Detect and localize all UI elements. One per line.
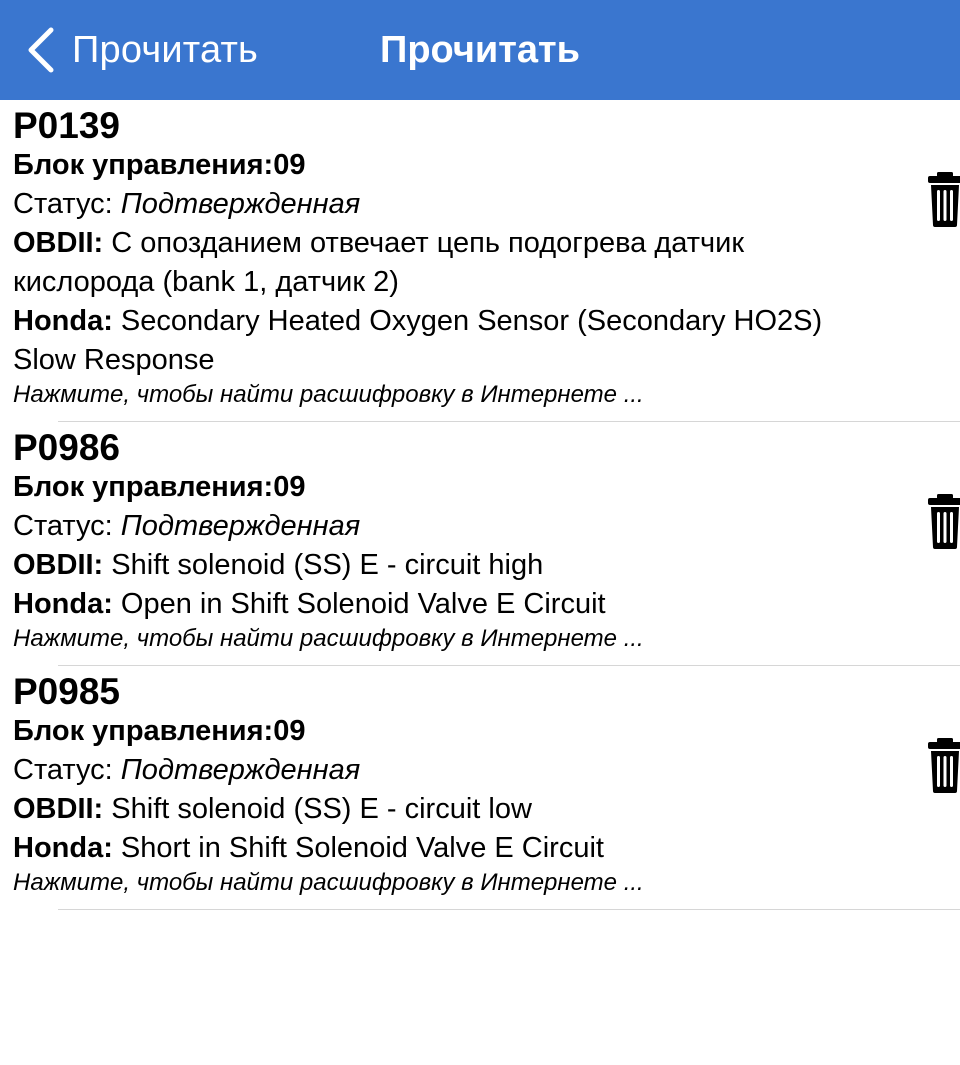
dtc-item[interactable]: P0139 Блок управления:09 Статус: Подтвер… — [0, 100, 960, 422]
control-unit-line: Блок управления:09 — [13, 468, 893, 507]
manufacturer-text: Open in Shift Solenoid Valve E Circuit — [112, 588, 606, 620]
status-line: Статус: Подтвержденная — [13, 751, 893, 790]
obd-label: OBDII: — [13, 793, 104, 825]
control-unit-label: Блок управления: — [13, 149, 274, 181]
delete-button[interactable] — [928, 170, 960, 228]
status-label: Статус: — [13, 510, 121, 542]
control-unit-line: Блок управления:09 — [13, 146, 893, 185]
manufacturer-label: Honda: — [13, 588, 113, 620]
control-unit-value: 09 — [273, 149, 306, 181]
obd-text: Shift solenoid (SS) E - circuit high — [103, 549, 544, 581]
dtc-code: P0985 — [13, 671, 120, 712]
obd-description: OBDII: Shift solenoid (SS) E - circuit l… — [13, 790, 893, 829]
control-unit-value: 09 — [273, 715, 306, 747]
obd-description: OBDII: Shift solenoid (SS) E - circuit h… — [13, 546, 893, 585]
back-button[interactable]: Прочитать — [26, 0, 258, 100]
obd-label: OBDII: — [13, 549, 104, 581]
control-unit-line: Блок управления:09 — [13, 712, 893, 751]
trash-icon — [928, 172, 960, 227]
status-label: Статус: — [13, 754, 121, 786]
dtc-item[interactable]: P0985 Блок управления:09 Статус: Подтвер… — [0, 666, 960, 910]
delete-button[interactable] — [928, 736, 960, 794]
manufacturer-description: Honda: Open in Shift Solenoid Valve E Ci… — [13, 585, 893, 624]
obd-text: Shift solenoid (SS) E - circuit low — [103, 793, 532, 825]
status-value: Подтвержденная — [120, 510, 361, 542]
status-label: Статус: — [13, 188, 121, 220]
trash-icon — [928, 738, 960, 793]
search-online-hint[interactable]: Нажмите, чтобы найти расшифровку в Интер… — [13, 868, 960, 910]
dtc-list: P0139 Блок управления:09 Статус: Подтвер… — [0, 100, 960, 910]
manufacturer-description: Honda: Secondary Heated Oxygen Sensor (S… — [13, 302, 893, 380]
status-line: Статус: Подтвержденная — [13, 185, 893, 224]
status-line: Статус: Подтвержденная — [13, 507, 893, 546]
obd-text: С опозданием отвечает цепь подогрева дат… — [13, 227, 745, 298]
search-online-hint[interactable]: Нажмите, чтобы найти расшифровку в Интер… — [13, 624, 960, 666]
dtc-item[interactable]: P0986 Блок управления:09 Статус: Подтвер… — [0, 422, 960, 666]
delete-button[interactable] — [928, 492, 960, 550]
manufacturer-text: Short in Shift Solenoid Valve E Circuit — [112, 832, 604, 864]
navigation-bar: Прочитать Прочитать — [0, 0, 960, 100]
manufacturer-label: Honda: — [13, 305, 113, 337]
control-unit-label: Блок управления: — [13, 471, 274, 503]
dtc-code: P0986 — [13, 427, 120, 468]
manufacturer-text: Secondary Heated Oxygen Sensor (Secondar… — [13, 305, 823, 376]
obd-label: OBDII: — [13, 227, 104, 259]
manufacturer-description: Honda: Short in Shift Solenoid Valve E C… — [13, 829, 893, 868]
trash-icon — [928, 494, 960, 549]
chevron-left-icon — [28, 27, 54, 73]
dtc-code: P0139 — [13, 105, 120, 146]
search-online-hint[interactable]: Нажмите, чтобы найти расшифровку в Интер… — [13, 380, 960, 422]
control-unit-value: 09 — [273, 471, 306, 503]
status-value: Подтвержденная — [120, 754, 361, 786]
back-button-label: Прочитать — [72, 28, 259, 71]
status-value: Подтвержденная — [120, 188, 361, 220]
control-unit-label: Блок управления: — [13, 715, 274, 747]
manufacturer-label: Honda: — [13, 832, 113, 864]
obd-description: OBDII: С опозданием отвечает цепь подогр… — [13, 224, 893, 302]
